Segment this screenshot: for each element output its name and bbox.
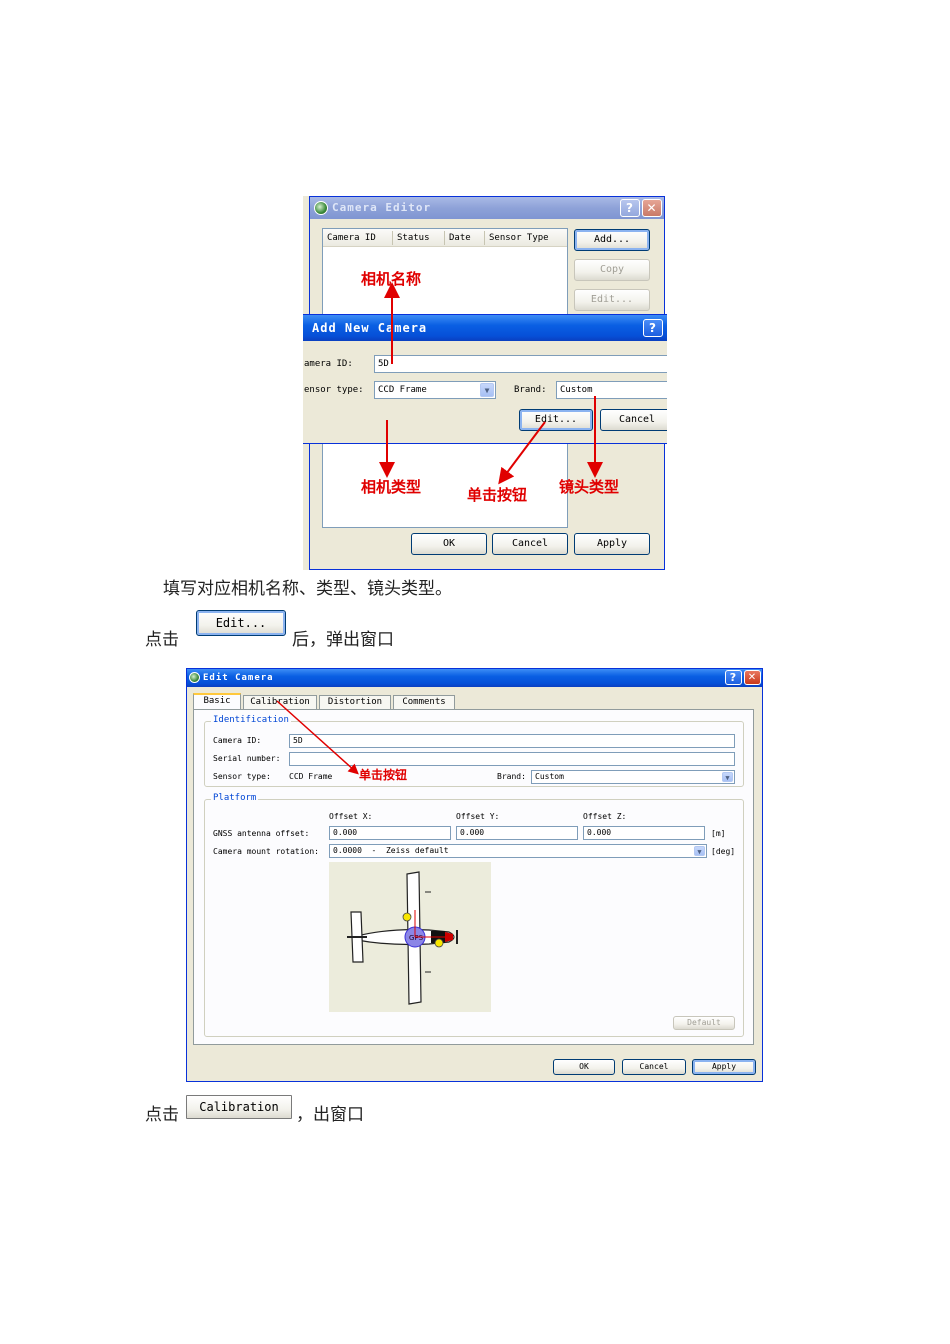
column-divider [392, 231, 393, 245]
brand-label: Brand: [497, 772, 526, 781]
gnss-antenna-offset-label: GNSS antenna offset: [213, 829, 310, 838]
brand-select[interactable]: Custom ▼ [531, 770, 735, 784]
offset-x-label: Offset X: [329, 812, 373, 821]
edit-button[interactable]: Edit... [519, 409, 593, 431]
line2-prefix: 点击 [145, 630, 179, 650]
help-icon[interactable]: ? [643, 319, 663, 337]
tab-distortion[interactable]: Distortion [319, 695, 391, 709]
serial-number-input[interactable] [289, 752, 735, 766]
brand-select[interactable]: Custom [556, 381, 667, 399]
camera-mount-rotation-label: Camera mount rotation: [213, 847, 319, 856]
column-divider [444, 231, 445, 245]
edit-camera-titlebar: Edit Camera ? ✕ [187, 669, 762, 687]
camera-mount-rotation-value: 0.0000 - Zeiss default [333, 846, 449, 855]
camera-editor-title: Camera Editor [332, 201, 432, 214]
column-divider [484, 231, 485, 245]
column-sensor-type[interactable]: Sensor Type [489, 233, 549, 243]
cancel-button[interactable]: Cancel [600, 409, 667, 431]
offset-z-label: Offset Z: [583, 812, 627, 821]
app-icon [314, 201, 328, 215]
sensor-type-select[interactable]: CCD Frame ▼ [374, 381, 496, 399]
platform-group: Platform Offset X: Offset Y: Offset Z: G… [204, 793, 744, 1037]
apply-button[interactable]: Apply [692, 1059, 756, 1075]
aircraft-icon: GPS [347, 871, 458, 1005]
chevron-down-icon[interactable]: ▼ [694, 846, 705, 856]
aircraft-diagram: GPS [329, 862, 491, 1012]
apply-button[interactable]: Apply [574, 533, 650, 555]
help-icon[interactable]: ? [620, 199, 640, 217]
inline-edit-button[interactable]: Edit... [196, 610, 286, 636]
tab-calibration[interactable]: Calibration [243, 695, 317, 709]
identification-title: Identification [211, 715, 291, 725]
unit-deg-label: [deg] [711, 847, 736, 856]
camera-editor-titlebar: Camera Editor ? ✕ [310, 197, 664, 219]
line3-prefix: 点击 [145, 1105, 179, 1125]
tab-basic[interactable]: Basic [193, 693, 241, 709]
tab-page: Identification Camera ID: 5D Serial numb… [193, 709, 754, 1045]
brand-value: Custom [560, 385, 593, 395]
sensor-type-label: Sensor type: [213, 772, 271, 781]
column-camera-id[interactable]: Camera ID [327, 233, 376, 243]
screenshot-add-camera: Camera Editor ? ✕ Camera ID Status Date … [303, 196, 667, 570]
instruction-line-1: 填写对应相机名称、类型、镜头类型。 [163, 579, 452, 599]
camera-mount-rotation-select[interactable]: 0.0000 - Zeiss default ▼ [329, 844, 707, 858]
gps-label: GPS [409, 934, 424, 942]
app-icon [189, 672, 200, 683]
ok-button[interactable]: OK [411, 533, 487, 555]
default-button[interactable]: Default [673, 1016, 735, 1030]
close-icon[interactable]: ✕ [744, 670, 761, 685]
tab-comments[interactable]: Comments [393, 695, 455, 709]
platform-title: Platform [211, 793, 259, 803]
sensor-type-label: ensor type: [304, 385, 364, 395]
line2-suffix: 后，弹出窗口 [292, 630, 394, 650]
instruction-line-2: 点击 [145, 625, 179, 650]
edit-button-disabled[interactable]: Edit... [574, 289, 650, 311]
offset-y-input[interactable]: 0.000 [456, 826, 578, 840]
copy-button[interactable]: Copy [574, 259, 650, 281]
column-date[interactable]: Date [449, 233, 471, 243]
annotation-click-button: 单击按钮 [359, 768, 408, 782]
add-new-camera-titlebar: Add New Camera ? [303, 315, 667, 341]
annotation-camera-name: 相机名称 [361, 270, 422, 288]
add-new-camera-dialog: Add New Camera ? amera ID: 5D ensor type… [303, 314, 667, 444]
ok-button[interactable]: OK [553, 1059, 615, 1075]
cancel-button[interactable]: Cancel [492, 533, 568, 555]
chevron-down-icon[interactable]: ▼ [722, 772, 733, 782]
annotation-click-button: 单击按钮 [467, 486, 528, 504]
close-icon[interactable]: ✕ [642, 199, 662, 217]
line3-suffix: ，出窗口 [296, 1105, 364, 1125]
offset-y-label: Offset Y: [456, 812, 500, 821]
camera-id-input[interactable]: 5D [374, 355, 667, 373]
chevron-down-icon[interactable]: ▼ [480, 383, 494, 397]
sensor-type-value: CCD Frame [289, 772, 333, 781]
camera-id-label: amera ID: [304, 359, 353, 369]
annotation-lens-type: 镜头类型 [559, 478, 620, 496]
sensor-type-value: CCD Frame [378, 385, 427, 395]
camera-id-label: Camera ID: [213, 736, 262, 745]
brand-value: Custom [535, 772, 564, 781]
edit-camera-title: Edit Camera [203, 673, 274, 683]
annotation-camera-type: 相机类型 [361, 478, 422, 496]
brand-label: Brand: [514, 385, 547, 395]
add-new-camera-title: Add New Camera [312, 321, 428, 335]
list-header: Camera ID Status Date Sensor Type [323, 229, 567, 247]
unit-m-label: [m] [711, 829, 726, 838]
inline-calibration-button[interactable]: Calibration [186, 1095, 292, 1119]
edit-camera-window: Edit Camera ? ✕ Basic Calibration Distor… [186, 668, 763, 1082]
offset-x-input[interactable]: 0.000 [329, 826, 451, 840]
camera-id-input[interactable]: 5D [289, 734, 735, 748]
offset-z-input[interactable]: 0.000 [583, 826, 705, 840]
identification-group: Identification Camera ID: 5D Serial numb… [204, 715, 744, 787]
add-button[interactable]: Add... [574, 229, 650, 251]
column-status[interactable]: Status [397, 233, 430, 243]
serial-number-label: Serial number: [213, 754, 281, 763]
help-icon[interactable]: ? [725, 670, 742, 685]
cancel-button[interactable]: Cancel [622, 1059, 686, 1075]
